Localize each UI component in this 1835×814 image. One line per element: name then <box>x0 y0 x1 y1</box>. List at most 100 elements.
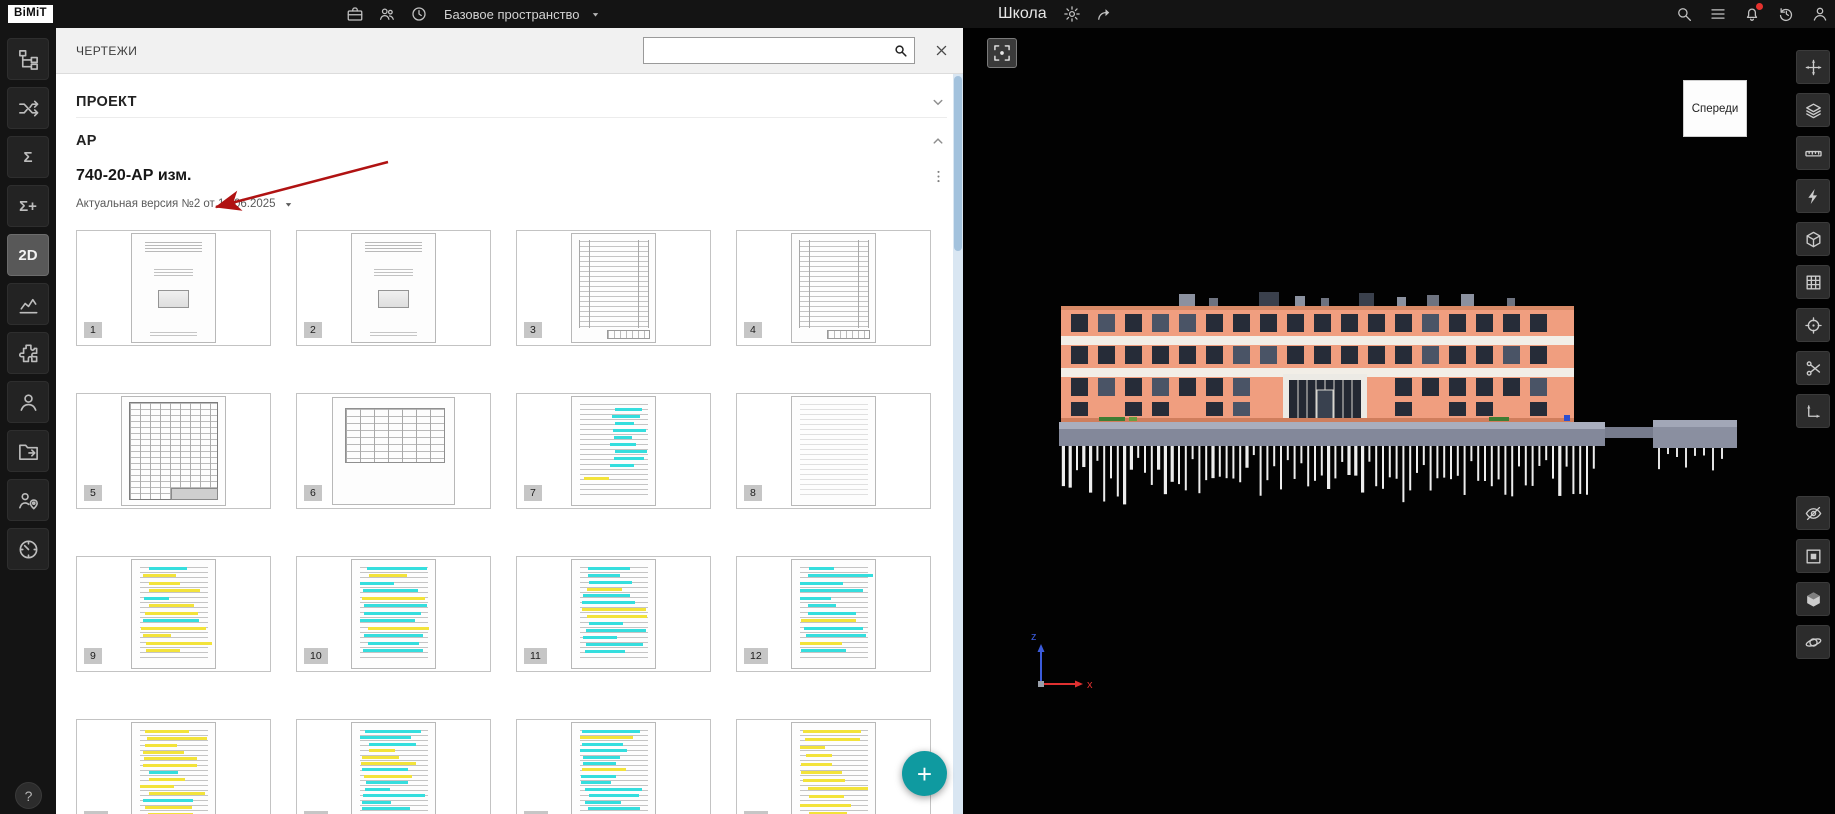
section-cut-icon[interactable] <box>1796 351 1830 385</box>
drawings-search-input[interactable] <box>644 38 886 63</box>
hide-objects-icon[interactable] <box>1796 496 1830 530</box>
section-box-icon[interactable] <box>1796 222 1830 256</box>
page-number-badge: 10 <box>304 648 328 665</box>
page-preview <box>351 722 436 814</box>
page-preview <box>351 233 436 342</box>
drawings-search <box>643 37 915 64</box>
building-model[interactable] <box>1059 290 1749 540</box>
add-drawing-button[interactable]: + <box>902 751 947 796</box>
page-number-badge: 5 <box>84 485 102 502</box>
page-number-badge: 7 <box>524 485 542 502</box>
page-number-badge: 16 <box>744 811 768 814</box>
sidebar-item-charts[interactable] <box>7 283 49 325</box>
chevron-down-icon <box>929 93 947 111</box>
settings-gear-icon[interactable] <box>1063 5 1082 24</box>
notifications-bell-icon[interactable] <box>1742 5 1761 24</box>
sidebar-item-2d-drawings[interactable]: 2D <box>7 234 49 276</box>
version-selector[interactable]: Актуальная версия №2 от 16.06.2025 <box>76 192 947 216</box>
view-cube-label: Спереди <box>1692 103 1739 115</box>
drawing-thumbnail[interactable]: 15 <box>516 719 711 814</box>
workspace-area: Базовое пространство <box>345 0 602 28</box>
page-number-badge: 11 <box>524 648 547 665</box>
sidebar-item-shared-folder[interactable] <box>7 430 49 472</box>
drawing-thumbnail[interactable]: 6 <box>296 393 491 509</box>
sidebar-item-sum-plus[interactable]: Σ+ <box>7 185 49 227</box>
help-button[interactable]: ? <box>15 782 42 809</box>
project-title-group: Школа <box>998 0 1114 28</box>
drawing-thumbnail[interactable]: 9 <box>76 556 271 672</box>
kebab-menu-icon[interactable] <box>930 168 947 185</box>
viewport-toolbar <box>1795 50 1831 659</box>
section-ar[interactable]: АР <box>76 122 947 160</box>
section-project[interactable]: ПРОЕКТ <box>76 86 947 118</box>
page-number-badge: 6 <box>304 485 322 502</box>
drawing-thumbnail[interactable]: 7 <box>516 393 711 509</box>
drawing-thumbnail[interactable]: 11 <box>516 556 711 672</box>
drawings-panel-body: ПРОЕКТ АР 740-20-АР изм. Актуальная верс… <box>56 74 963 814</box>
team-icon[interactable] <box>377 5 396 24</box>
clash-icon[interactable] <box>1796 179 1830 213</box>
model-viewport[interactable]: Спереди <box>963 28 1835 814</box>
drawing-thumbnail[interactable]: 8 <box>736 393 931 509</box>
page-number-badge: 3 <box>524 322 542 339</box>
drawing-thumbnail[interactable]: 1 <box>76 230 271 346</box>
document-row[interactable]: 740-20-АР изм. <box>76 160 947 192</box>
drawing-thumbnail[interactable]: 14 <box>296 719 491 814</box>
axes-icon[interactable] <box>1796 394 1830 428</box>
workspace-selector[interactable]: Базовое пространство <box>444 7 602 22</box>
drawing-thumbnail[interactable]: 5 <box>76 393 271 509</box>
panel-scrollbar[interactable] <box>953 74 963 814</box>
orbit-icon[interactable] <box>1796 625 1830 659</box>
page-preview <box>131 233 216 342</box>
measure-icon[interactable] <box>1796 136 1830 170</box>
sidebar-item-plugins[interactable] <box>7 332 49 374</box>
sidebar-item-user-location[interactable] <box>7 479 49 521</box>
drawing-thumbnail[interactable]: 4 <box>736 230 931 346</box>
axis-x-label: x <box>1087 679 1093 691</box>
version-label: Актуальная версия №2 от 16.06.2025 <box>76 198 276 210</box>
drawing-thumbnail[interactable]: 16 <box>736 719 931 814</box>
model-cube-icon[interactable] <box>1796 582 1830 616</box>
sidebar-item-model-tree[interactable] <box>7 38 49 80</box>
section-project-label: ПРОЕКТ <box>76 94 137 110</box>
axes-gizmo: x z <box>1025 628 1105 704</box>
layers-icon[interactable] <box>1796 93 1830 127</box>
sidebar-item-sum[interactable]: Σ <box>7 136 49 178</box>
isolate-icon[interactable] <box>1796 539 1830 573</box>
scrollbar-thumb[interactable] <box>954 76 962 251</box>
home-view-button[interactable] <box>987 38 1017 68</box>
alert-dot <box>1756 3 1763 10</box>
view-cube[interactable]: Спереди <box>1683 80 1747 137</box>
sidebar-item-dashboard[interactable] <box>7 528 49 570</box>
sidebar-item-users[interactable] <box>7 381 49 423</box>
close-panel-button[interactable] <box>929 39 953 63</box>
page-number-badge: 2 <box>304 322 322 339</box>
page-number-badge: 8 <box>744 485 762 502</box>
drawing-thumbnail[interactable]: 12 <box>736 556 931 672</box>
history-icon[interactable] <box>1776 5 1795 24</box>
menu-list-icon[interactable] <box>1708 5 1727 24</box>
drawing-thumbnail[interactable]: 3 <box>516 230 711 346</box>
clock-icon[interactable] <box>409 5 428 24</box>
page-preview <box>571 559 656 668</box>
pan-tool-icon[interactable] <box>1796 50 1830 84</box>
search-icon[interactable] <box>886 38 914 63</box>
chevron-up-icon <box>929 132 947 150</box>
drawing-thumbnail[interactable]: 13 <box>76 719 271 814</box>
section-ar-label: АР <box>76 133 97 149</box>
app-logo[interactable]: BiMiT <box>8 5 53 23</box>
document-name: 740-20-АР изм. <box>76 167 192 185</box>
drawing-thumbnail[interactable]: 10 <box>296 556 491 672</box>
sidebar-item-connections[interactable] <box>7 87 49 129</box>
page-number-badge: 1 <box>84 322 102 339</box>
share-icon[interactable] <box>1095 5 1114 24</box>
focus-icon[interactable] <box>1796 308 1830 342</box>
grid-icon[interactable] <box>1796 265 1830 299</box>
page-preview <box>121 396 225 505</box>
search-icon[interactable] <box>1674 5 1693 24</box>
drawings-panel-header: ЧЕРТЕЖИ <box>56 28 963 74</box>
profile-icon[interactable] <box>1810 5 1829 24</box>
briefcase-icon[interactable] <box>345 5 364 24</box>
page-preview <box>332 397 456 504</box>
drawing-thumbnail[interactable]: 2 <box>296 230 491 346</box>
